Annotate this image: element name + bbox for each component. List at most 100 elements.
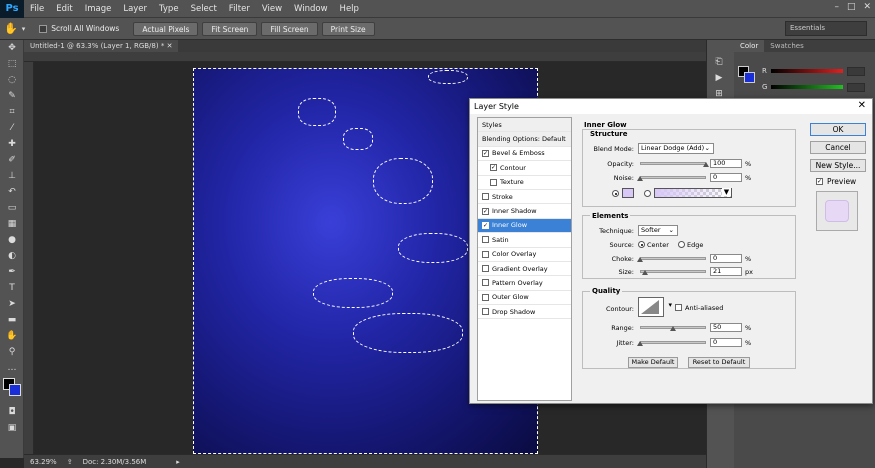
move-tool-icon[interactable]: ✥ (0, 40, 24, 56)
scroll-all-windows-checkbox[interactable] (39, 24, 48, 33)
eyedropper-tool-icon[interactable]: ⁄ (0, 120, 24, 136)
style-item-color-overlay[interactable]: Color Overlay (478, 248, 571, 262)
reset-to-default-button[interactable]: Reset to Default (688, 357, 750, 368)
opacity-input[interactable]: 100 (710, 159, 742, 168)
glow-color-swatch[interactable] (622, 188, 634, 198)
noise-slider-thumb[interactable] (637, 176, 643, 181)
choke-slider-thumb[interactable] (637, 257, 643, 262)
preview-checkbox[interactable]: ✓ (816, 178, 823, 185)
blend-mode-select[interactable]: Linear Dodge (Add) ⌄ (638, 143, 714, 154)
jitter-input[interactable]: 0 (710, 338, 742, 347)
hand-tool-icon[interactable]: ✋ (0, 328, 24, 344)
style-item-drop-shadow[interactable]: Drop Shadow (478, 305, 571, 320)
glow-gradient-picker[interactable]: ▼ (654, 188, 732, 198)
history-panel-icon[interactable]: ⎗ (707, 54, 731, 70)
dodge-tool-icon[interactable]: ◐ (0, 248, 24, 264)
new-style-button[interactable]: New Style... (810, 159, 866, 172)
green-slider[interactable]: G (762, 82, 866, 92)
color-swatches[interactable] (0, 376, 23, 404)
background-color-swatch[interactable] (9, 384, 21, 396)
minimize-icon[interactable]: – (834, 2, 839, 12)
menu-filter[interactable]: Filter (223, 0, 256, 18)
fit-screen-button[interactable]: Fit Screen (202, 21, 258, 36)
tool-preset-dropdown-icon[interactable]: ▾ (22, 25, 26, 33)
size-slider[interactable] (640, 270, 706, 273)
style-item-outer-glow[interactable]: Outer Glow (478, 291, 571, 306)
technique-select[interactable]: Softer ⌄ (638, 225, 678, 236)
crop-tool-icon[interactable]: ⌗ (0, 104, 24, 120)
healing-brush-tool-icon[interactable]: ✚ (0, 136, 24, 152)
choke-slider[interactable] (640, 257, 706, 260)
dialog-titlebar[interactable]: Layer Style ✕ (470, 99, 872, 114)
eraser-tool-icon[interactable]: ▭ (0, 200, 24, 216)
jitter-slider-thumb[interactable] (637, 341, 643, 346)
style-item-bevel-emboss[interactable]: ✓ Bevel & Emboss (478, 147, 571, 162)
jitter-slider[interactable] (640, 341, 706, 344)
source-edge-radio[interactable] (678, 241, 685, 248)
menu-edit[interactable]: Edit (50, 0, 78, 18)
style-checkbox[interactable]: ✓ (490, 164, 497, 172)
history-brush-tool-icon[interactable]: ↶ (0, 184, 24, 200)
zoom-level[interactable]: 63.29% (30, 458, 57, 466)
make-default-button[interactable]: Make Default (628, 357, 678, 368)
style-checkbox[interactable] (482, 236, 489, 244)
gradient-tool-icon[interactable]: ▦ (0, 216, 24, 232)
tab-swatches[interactable]: Swatches (764, 40, 809, 52)
cancel-button[interactable]: Cancel (810, 141, 866, 154)
brush-tool-icon[interactable]: ✐ (0, 152, 24, 168)
tab-color[interactable]: Color (734, 40, 765, 52)
style-checkbox[interactable] (490, 178, 497, 186)
actual-pixels-button[interactable]: Actual Pixels (133, 21, 199, 36)
opacity-slider[interactable] (640, 162, 706, 165)
document-tab[interactable]: Untitled-1 @ 63.3% (Layer 1, RGB/8) * ✕ (24, 40, 179, 52)
source-center-radio[interactable] (638, 241, 645, 248)
dialog-close-icon[interactable]: ✕ (858, 100, 866, 111)
choke-input[interactable]: 0 (710, 254, 742, 263)
hand-tool-icon[interactable]: ✋ (4, 22, 18, 35)
noise-input[interactable]: 0 (710, 173, 742, 182)
glow-color-radio[interactable] (612, 190, 619, 197)
style-item-styles[interactable]: Styles (478, 118, 571, 133)
menu-file[interactable]: File (24, 0, 50, 18)
close-icon[interactable]: ✕ (863, 2, 871, 12)
style-item-satin[interactable]: Satin (478, 233, 571, 248)
style-checkbox[interactable] (482, 193, 489, 201)
range-input[interactable]: 50 (710, 323, 742, 332)
close-tab-icon[interactable]: ✕ (167, 42, 173, 50)
type-tool-icon[interactable]: T (0, 280, 24, 296)
path-select-tool-icon[interactable]: ➤ (0, 296, 24, 312)
blur-tool-icon[interactable]: ● (0, 232, 24, 248)
style-checkbox[interactable]: ✓ (482, 207, 489, 215)
screen-mode-icon[interactable]: ▣ (0, 420, 24, 436)
actions-panel-icon[interactable]: ▶ (707, 70, 731, 86)
range-slider-thumb[interactable] (670, 326, 676, 331)
red-value[interactable] (846, 66, 865, 76)
clone-stamp-tool-icon[interactable]: ⊥ (0, 168, 24, 184)
status-menu-icon[interactable]: ▸ (176, 458, 180, 466)
style-item-stroke[interactable]: Stroke (478, 190, 571, 205)
style-checkbox[interactable]: ✓ (482, 221, 489, 229)
marquee-tool-icon[interactable]: ⬚ (0, 56, 24, 72)
quick-mask-icon[interactable]: ◘ (0, 404, 24, 420)
style-item-inner-glow[interactable]: ✓ Inner Glow (478, 218, 571, 234)
style-item-pattern-overlay[interactable]: Pattern Overlay (478, 276, 571, 291)
shape-tool-icon[interactable]: ▬ (0, 312, 24, 328)
menu-help[interactable]: Help (334, 0, 365, 18)
green-slider-track[interactable] (771, 85, 844, 89)
style-item-gradient-overlay[interactable]: Gradient Overlay (478, 262, 571, 277)
menu-layer[interactable]: Layer (117, 0, 153, 18)
more-tools-icon[interactable]: … (0, 360, 24, 376)
menu-view[interactable]: View (256, 0, 288, 18)
glow-gradient-radio[interactable] (644, 190, 651, 197)
style-checkbox[interactable] (482, 250, 489, 258)
fill-screen-button[interactable]: Fill Screen (261, 21, 318, 36)
pen-tool-icon[interactable]: ✒ (0, 264, 24, 280)
green-value[interactable] (847, 82, 866, 92)
quick-select-tool-icon[interactable]: ✎ (0, 88, 24, 104)
style-checkbox[interactable] (482, 308, 489, 316)
opacity-slider-thumb[interactable] (703, 162, 709, 167)
size-input[interactable]: 21 (710, 267, 742, 276)
noise-slider[interactable] (640, 176, 706, 179)
anti-aliased-checkbox[interactable] (675, 304, 682, 311)
share-icon[interactable]: ⇪ (67, 458, 73, 466)
